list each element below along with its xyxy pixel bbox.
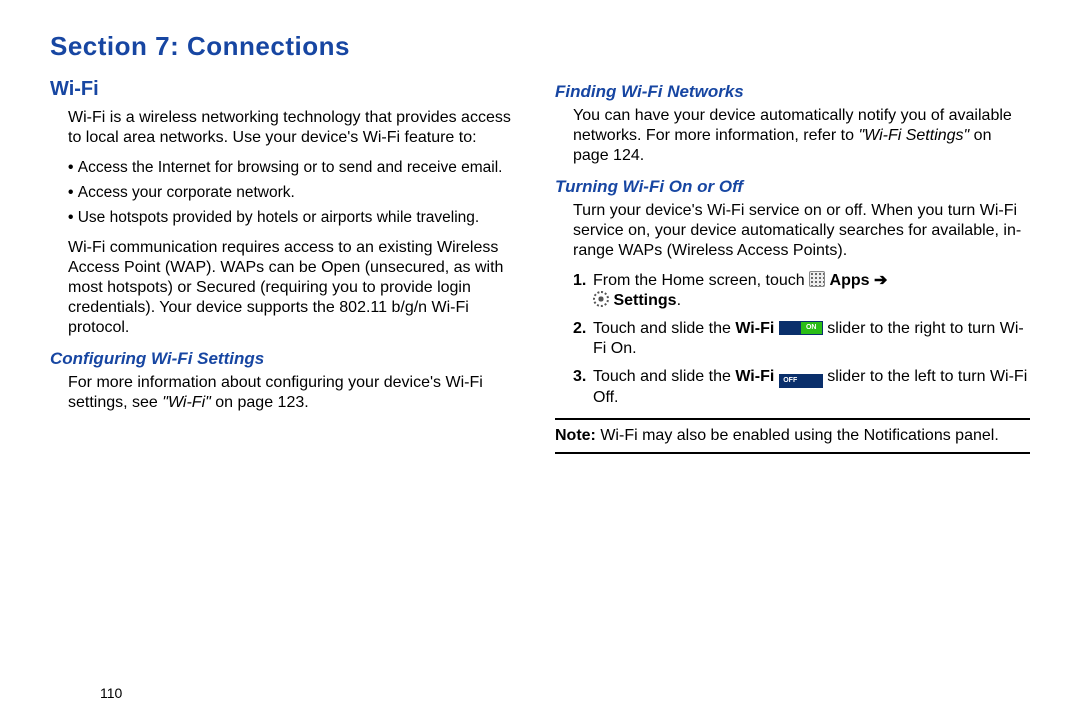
- settings-label: Settings: [613, 292, 676, 309]
- right-column: Finding Wi-Fi Networks You can have your…: [555, 73, 1030, 455]
- text: .: [677, 292, 681, 309]
- heading-configuring: Configuring Wi-Fi Settings: [50, 348, 525, 369]
- heading-turning: Turning Wi-Fi On or Off: [555, 176, 1030, 197]
- ref-wifi: "Wi-Fi": [162, 394, 211, 411]
- page-number: 110: [100, 685, 122, 703]
- turning-para: Turn your device's Wi-Fi service on or o…: [555, 201, 1030, 261]
- wifi-label: Wi-Fi: [735, 368, 778, 385]
- text: on page 123.: [211, 394, 309, 411]
- bullet-item: Access your corporate network.: [68, 183, 525, 202]
- left-column: Wi-Fi Wi-Fi is a wireless networking tec…: [50, 73, 525, 455]
- step-3: 3. Touch and slide the Wi-Fi OFF slider …: [573, 367, 1030, 408]
- apps-label: Apps: [830, 272, 874, 289]
- step-2: 2. Touch and slide the Wi-Fi ON slider t…: [573, 319, 1030, 359]
- heading-wifi: Wi-Fi: [50, 77, 525, 102]
- step-number: 1.: [573, 271, 586, 291]
- content-columns: Wi-Fi Wi-Fi is a wireless networking tec…: [50, 73, 1030, 455]
- ref-wifi-settings: "Wi-Fi Settings": [858, 127, 969, 144]
- wifi-bullets: Access the Internet for browsing or to s…: [50, 158, 525, 228]
- apps-icon: [809, 271, 825, 287]
- step-1: 1. From the Home screen, touch Apps ➔ Se…: [573, 271, 1030, 311]
- note-text: Wi-Fi may also be enabled using the Noti…: [600, 427, 998, 444]
- wifi-intro: Wi-Fi is a wireless networking technolog…: [50, 108, 525, 148]
- text: Touch and slide the: [593, 368, 735, 385]
- step-number: 2.: [573, 319, 586, 339]
- steps-list: 1. From the Home screen, touch Apps ➔ Se…: [555, 271, 1030, 408]
- arrow-icon: ➔: [874, 272, 887, 289]
- wifi-wap-para: Wi-Fi communication requires access to a…: [50, 238, 525, 338]
- heading-finding: Finding Wi-Fi Networks: [555, 81, 1030, 102]
- wifi-slider-on-icon: ON: [779, 321, 823, 335]
- note-label: Note:: [555, 427, 600, 444]
- finding-para: You can have your device automatically n…: [555, 106, 1030, 166]
- section-title: Section 7: Connections: [50, 30, 1030, 63]
- settings-icon: [593, 291, 609, 307]
- wifi-label: Wi-Fi: [735, 320, 778, 337]
- text: From the Home screen, touch: [593, 272, 809, 289]
- step-number: 3.: [573, 367, 586, 387]
- text: Touch and slide the: [593, 320, 735, 337]
- bullet-item: Use hotspots provided by hotels or airpo…: [68, 208, 525, 227]
- wifi-slider-off-icon: OFF: [779, 374, 823, 388]
- configuring-para: For more information about configuring y…: [50, 373, 525, 413]
- note-block: Note: Wi-Fi may also be enabled using th…: [555, 418, 1030, 454]
- bullet-item: Access the Internet for browsing or to s…: [68, 158, 525, 177]
